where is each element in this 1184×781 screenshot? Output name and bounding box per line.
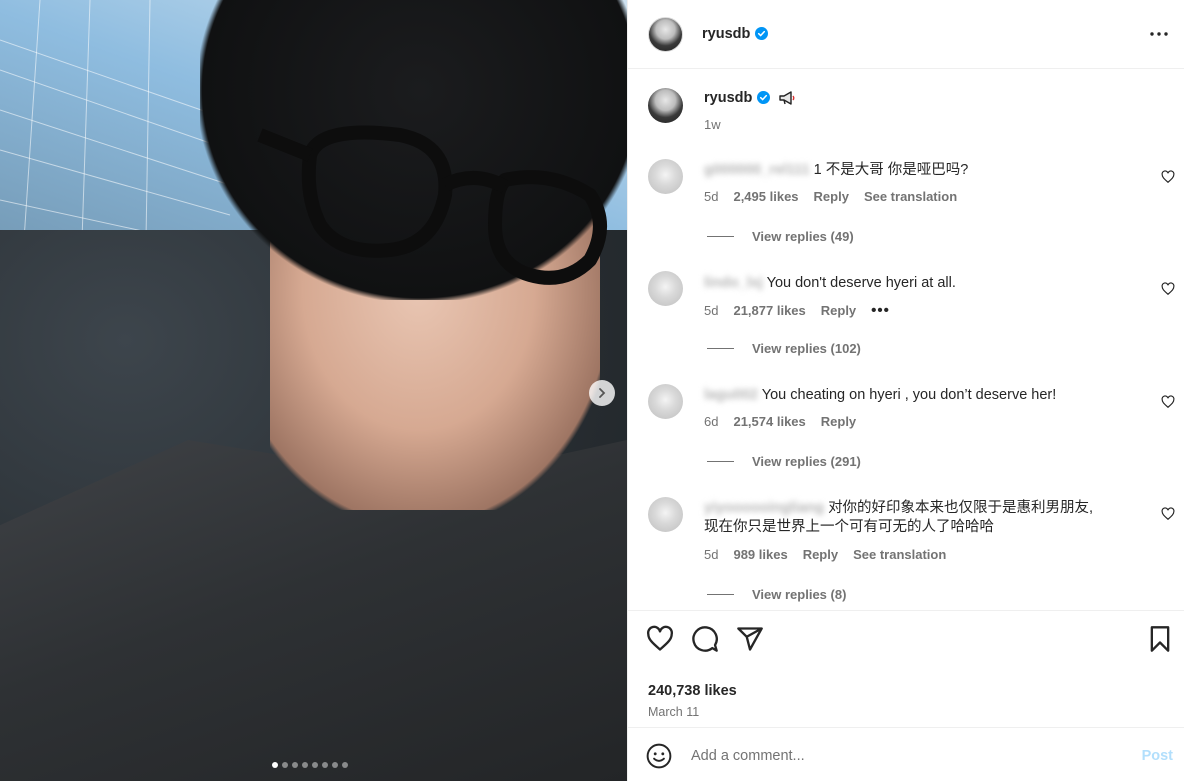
more-horizontal-icon xyxy=(1150,32,1168,36)
comment-likes[interactable]: 989 likes xyxy=(733,547,787,562)
comment-text-row: lindo_lxj You don't deserve hyeri at all… xyxy=(704,274,1134,293)
author-username[interactable]: ryusdb xyxy=(702,26,750,42)
carousel-dot xyxy=(312,762,318,768)
commenter-avatar[interactable] xyxy=(648,497,683,532)
post-comment-button[interactable]: Post xyxy=(1142,748,1173,764)
comment-likes[interactable]: 2,495 likes xyxy=(733,189,798,204)
emoji-icon[interactable] xyxy=(646,743,672,769)
carousel-next-button[interactable] xyxy=(589,380,615,406)
commenter-avatar[interactable] xyxy=(648,271,683,306)
comment-text-line1: 对你的好印象本来也仅限于是惠利男朋友, xyxy=(828,500,1094,516)
carousel-dot xyxy=(332,762,338,768)
replies-divider xyxy=(707,348,734,349)
heart-icon[interactable] xyxy=(1161,507,1175,521)
see-translation-button[interactable]: See translation xyxy=(853,547,946,562)
view-replies-button[interactable]: View replies (8) xyxy=(707,587,846,602)
chevron-right-icon xyxy=(599,388,606,398)
comment-likes[interactable]: 21,574 likes xyxy=(733,414,805,429)
heart-icon[interactable] xyxy=(1161,170,1175,184)
post-likes-count[interactable]: 240,738 likes xyxy=(648,683,737,699)
comment-text: You cheating on hyeri , you don’t deserv… xyxy=(761,387,1057,403)
carousel-dots xyxy=(272,762,348,768)
commenter-username[interactable]: lindo_lxj xyxy=(704,275,763,291)
comment-meta: 6d 21,574 likes Reply xyxy=(704,414,856,429)
comment-text-row: yiyoooooingliang 对你的好印象本来也仅限于是惠利男朋友, 现在你… xyxy=(704,499,1134,537)
carousel-dot xyxy=(292,762,298,768)
comment-age: 5d xyxy=(704,547,719,562)
commenter-avatar[interactable] xyxy=(648,384,683,419)
commenter-username[interactable]: yiyoooooingliang xyxy=(704,500,824,516)
see-translation-button[interactable]: See translation xyxy=(864,189,957,204)
bookmark-icon[interactable] xyxy=(1146,625,1174,653)
carousel-dot xyxy=(342,762,348,768)
comment-likes[interactable]: 21,877 likes xyxy=(733,303,805,318)
post-side-panel: ryusdb ryusdb 1w g000000_rel111 1 不是大哥 你… xyxy=(627,0,1184,781)
carousel-dot xyxy=(302,762,308,768)
comment-text-row: g000000_rel111 1 不是大哥 你是哑巴吗? xyxy=(704,161,1134,180)
add-comment-bar: Post xyxy=(628,727,1184,781)
reply-button[interactable]: Reply xyxy=(814,189,849,204)
comment-options-button[interactable]: ••• xyxy=(871,302,890,319)
comment-text: You don't deserve hyeri at all. xyxy=(766,275,956,291)
view-replies-button[interactable]: View replies (291) xyxy=(707,454,861,469)
verified-badge-icon xyxy=(757,91,770,104)
commenter-avatar[interactable] xyxy=(648,159,683,194)
view-replies-button[interactable]: View replies (102) xyxy=(707,341,861,356)
heart-icon[interactable] xyxy=(1161,282,1175,296)
comment-age: 5d xyxy=(704,189,719,204)
photo-glasses xyxy=(257,125,607,285)
megaphone-icon xyxy=(779,91,795,105)
comment-icon[interactable] xyxy=(691,625,719,653)
reply-button[interactable]: Reply xyxy=(803,547,838,562)
carousel-dot xyxy=(282,762,288,768)
more-options-button[interactable] xyxy=(1149,24,1169,44)
view-replies-button[interactable]: View replies (49) xyxy=(707,229,854,244)
heart-icon[interactable] xyxy=(646,625,674,653)
share-icon[interactable] xyxy=(736,625,764,653)
carousel-dot xyxy=(272,762,278,768)
author-avatar[interactable] xyxy=(648,17,683,52)
comment-text: 1 不是大哥 你是哑巴吗? xyxy=(813,162,969,178)
carousel-dot xyxy=(322,762,328,768)
comment-meta: 5d 21,877 likes Reply ••• xyxy=(704,302,890,319)
commenter-username[interactable]: g000000_rel111 xyxy=(704,162,810,178)
reply-button[interactable]: Reply xyxy=(821,303,856,318)
commenter-username[interactable]: lagu002 xyxy=(704,387,758,403)
view-replies-label: View replies (49) xyxy=(752,229,854,244)
comment-input[interactable] xyxy=(691,741,1111,771)
post-actions: 240,738 likes March 11 xyxy=(628,610,1184,727)
comment-age: 5d xyxy=(704,303,719,318)
view-replies-label: View replies (8) xyxy=(752,587,847,602)
heart-icon[interactable] xyxy=(1161,395,1175,409)
post-date: March 11 xyxy=(648,705,700,719)
view-replies-label: View replies (291) xyxy=(752,454,861,469)
caption-timestamp: 1w xyxy=(704,117,721,132)
post-photo[interactable] xyxy=(0,0,627,781)
comment-age: 6d xyxy=(704,414,719,429)
comment-text-row: lagu002 You cheating on hyeri , you don’… xyxy=(704,386,1134,405)
caption-username[interactable]: ryusdb xyxy=(704,90,752,106)
post-header: ryusdb xyxy=(628,0,1184,69)
view-replies-label: View replies (102) xyxy=(752,341,861,356)
replies-divider xyxy=(707,236,734,237)
verified-badge-icon xyxy=(755,27,768,40)
comment-text-line2: 现在你只是世界上一个可有可无的人了哈哈哈 xyxy=(704,519,994,535)
comment-meta: 5d 2,495 likes Reply See translation xyxy=(704,189,957,204)
reply-button[interactable]: Reply xyxy=(821,414,856,429)
caption-avatar[interactable] xyxy=(648,88,683,123)
replies-divider xyxy=(707,461,734,462)
comment-meta: 5d 989 likes Reply See translation xyxy=(704,547,946,562)
replies-divider xyxy=(707,594,734,595)
